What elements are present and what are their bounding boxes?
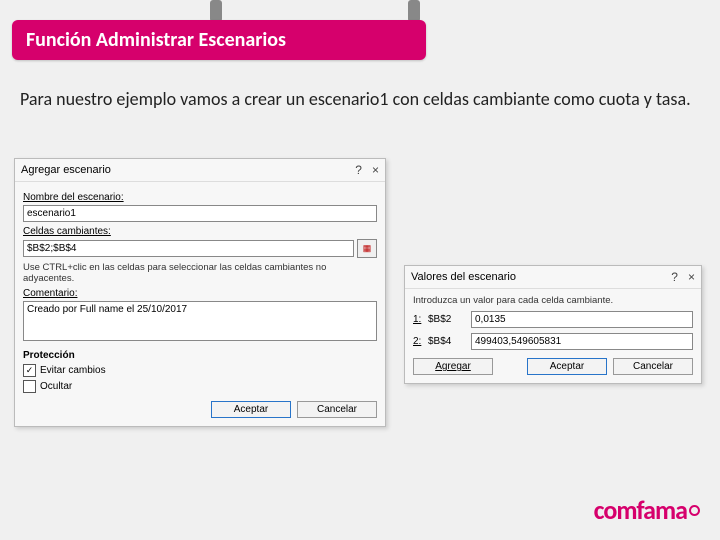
accept-button[interactable]: Aceptar — [211, 401, 291, 418]
dialog-title-text: Agregar escenario — [21, 164, 111, 176]
values-intro: Introduzca un valor para cada celda camb… — [413, 295, 693, 306]
add-button[interactable]: Agregar — [413, 358, 493, 375]
comment-textarea[interactable] — [23, 301, 377, 341]
checkbox-unchecked-icon[interactable] — [23, 380, 36, 393]
close-icon[interactable]: × — [372, 163, 379, 177]
row-number: 2: — [413, 336, 423, 347]
cancel-button[interactable]: Cancelar — [613, 358, 693, 375]
scenario-values-dialog: Valores del escenario ? × Introduzca un … — [404, 265, 702, 384]
scenario-name-label: Nombre del escenario: — [23, 192, 377, 203]
prevent-changes-label: Evitar cambios — [40, 365, 106, 376]
dialog-titlebar: Agregar escenario ? × — [15, 159, 385, 182]
slide-title-banner: Función Administrar Escenarios — [12, 20, 426, 60]
slide-title: Función Administrar Escenarios — [26, 28, 286, 52]
protection-section-label: Protección — [23, 350, 377, 361]
add-scenario-dialog: Agregar escenario ? × Nombre del escenar… — [14, 158, 386, 427]
accept-button[interactable]: Aceptar — [527, 358, 607, 375]
value-row-2: 2: $B$4 — [413, 333, 693, 350]
hide-row[interactable]: Ocultar — [23, 380, 377, 393]
changing-cells-input[interactable] — [23, 240, 354, 257]
value-input-1[interactable] — [471, 311, 693, 328]
close-icon[interactable]: × — [688, 270, 695, 284]
scenario-name-input[interactable] — [23, 205, 377, 222]
help-icon[interactable]: ? — [671, 270, 678, 284]
intro-paragraph: Para nuestro ejemplo vamos a crear un es… — [20, 88, 700, 111]
ctrl-click-hint: Use CTRL+clic en las celdas para selecci… — [23, 262, 377, 284]
clip-decoration-right — [408, 0, 420, 22]
cell-ref: $B$4 — [428, 336, 466, 347]
row-number: 1: — [413, 314, 423, 325]
cell-picker-icon[interactable]: ▦ — [357, 239, 377, 258]
changing-cells-label: Celdas cambiantes: — [23, 226, 377, 237]
dialog-title-text: Valores del escenario — [411, 271, 516, 283]
help-icon[interactable]: ? — [355, 163, 362, 177]
hide-label: Ocultar — [40, 381, 72, 392]
value-input-2[interactable] — [471, 333, 693, 350]
clip-decoration-left — [210, 0, 222, 22]
value-row-1: 1: $B$2 — [413, 311, 693, 328]
cell-ref: $B$2 — [428, 314, 466, 325]
comment-label: Comentario: — [23, 288, 377, 299]
logo-dot-icon — [689, 505, 700, 516]
cancel-button[interactable]: Cancelar — [297, 401, 377, 418]
dialog-titlebar: Valores del escenario ? × — [405, 266, 701, 289]
prevent-changes-row[interactable]: ✓ Evitar cambios — [23, 364, 377, 377]
brand-logo: comfama — [594, 494, 700, 526]
checkbox-checked-icon[interactable]: ✓ — [23, 364, 36, 377]
